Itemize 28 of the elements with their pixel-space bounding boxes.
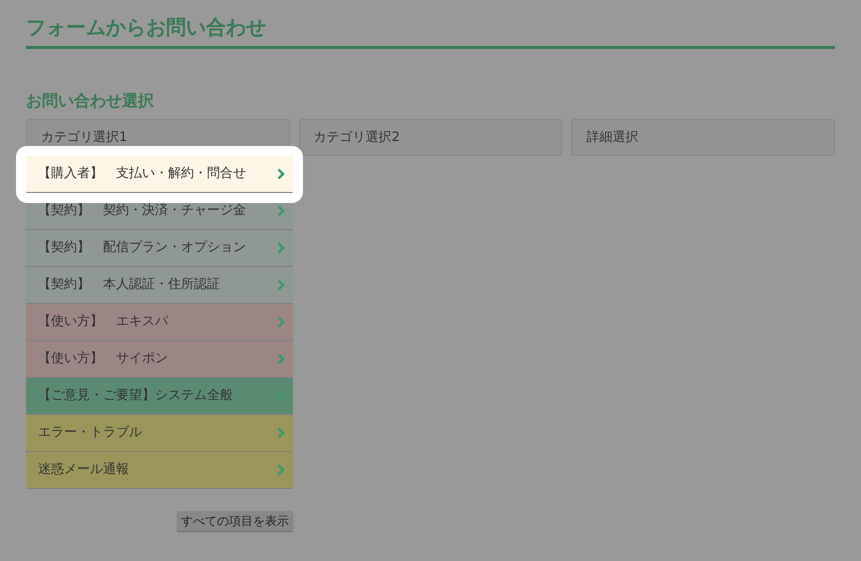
category-item[interactable]: 迷惑メール通報: [26, 452, 293, 489]
category-item[interactable]: 【契約】 本人認証・住所認証: [26, 267, 293, 304]
category-label: エラー・トラブル: [38, 424, 142, 442]
chevron-icon: [277, 168, 285, 180]
chevron-icon: [277, 353, 285, 365]
section-title: お問い合わせ選択: [26, 90, 155, 112]
chevron-icon: [277, 242, 285, 254]
chevron-icon: [277, 464, 285, 476]
category-item[interactable]: 【使い方】 サイポン: [26, 341, 293, 378]
category-label: 【契約】 本人認証・住所認証: [38, 276, 220, 294]
chevron-icon: [277, 205, 285, 217]
chevron-icon: [277, 316, 285, 328]
chevron-icon: [277, 427, 285, 439]
show-all-button[interactable]: すべての項目を表示: [177, 511, 293, 531]
category-label: 【ご意見・ご要望】システム全般: [38, 387, 233, 406]
category-label: 【使い方】 サイポン: [38, 350, 168, 368]
category-item[interactable]: 【ご意見・ご要望】システム全般: [26, 378, 293, 415]
category-label: 【購入者】 支払い・解約・問合せ: [38, 165, 246, 184]
category-label: 迷惑メール通報: [38, 461, 129, 480]
category-label: 【契約】 契約・決済・チャージ金: [38, 202, 246, 220]
category-label: 【契約】 配信プラン・オプション: [38, 239, 246, 258]
category-item[interactable]: 【使い方】 エキスパ: [26, 304, 293, 341]
category-label: 【使い方】 エキスパ: [38, 313, 168, 332]
category-item[interactable]: エラー・トラブル: [26, 415, 293, 452]
category-item[interactable]: 【契約】 配信プラン・オプション: [26, 230, 293, 267]
page-title: フォームからお問い合わせ: [26, 14, 267, 41]
chevron-icon: [277, 390, 285, 402]
chevron-icon: [277, 279, 285, 291]
